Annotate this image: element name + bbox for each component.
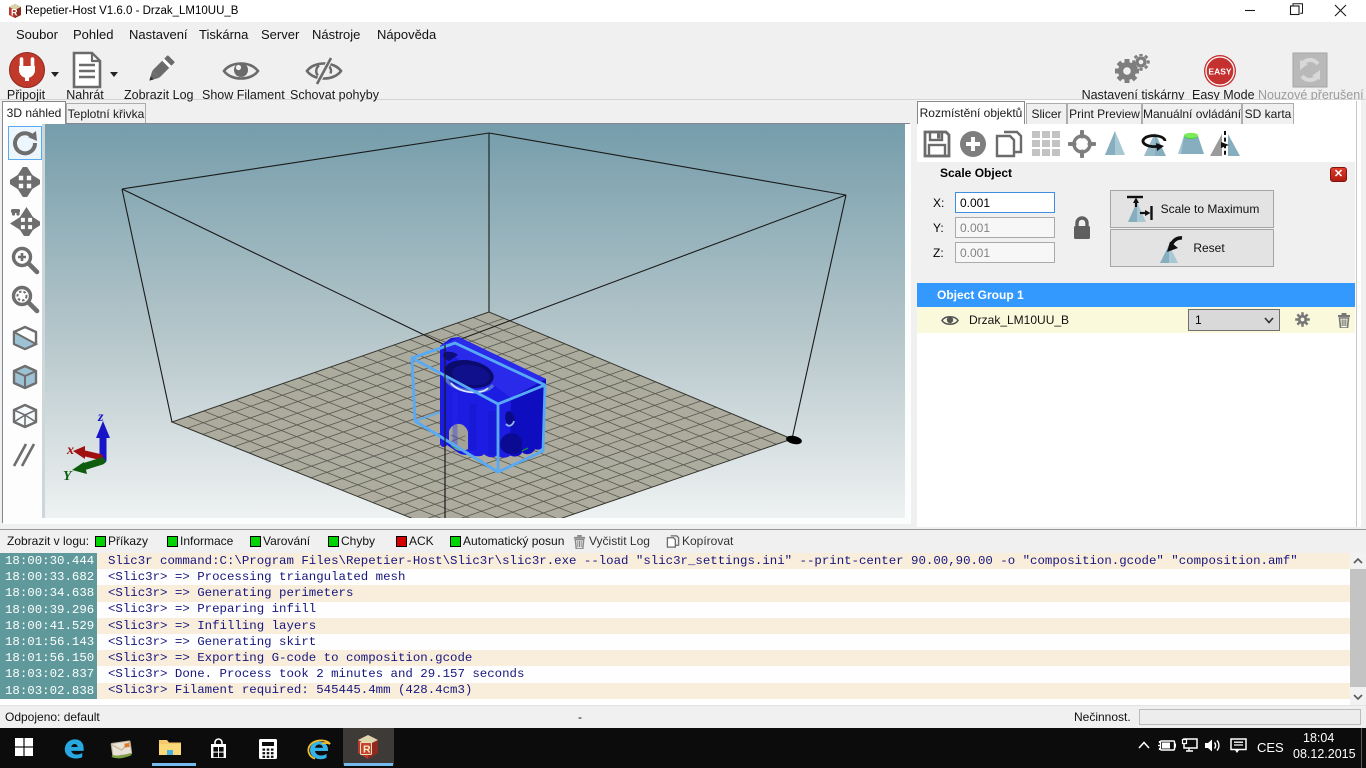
svg-text:z: z	[97, 410, 104, 425]
svg-text:R: R	[363, 744, 371, 756]
svg-text:EASY: EASY	[1208, 67, 1231, 77]
svg-text:Y: Y	[63, 469, 73, 484]
svg-text:R: R	[11, 8, 18, 18]
svg-text:x: x	[66, 443, 74, 458]
